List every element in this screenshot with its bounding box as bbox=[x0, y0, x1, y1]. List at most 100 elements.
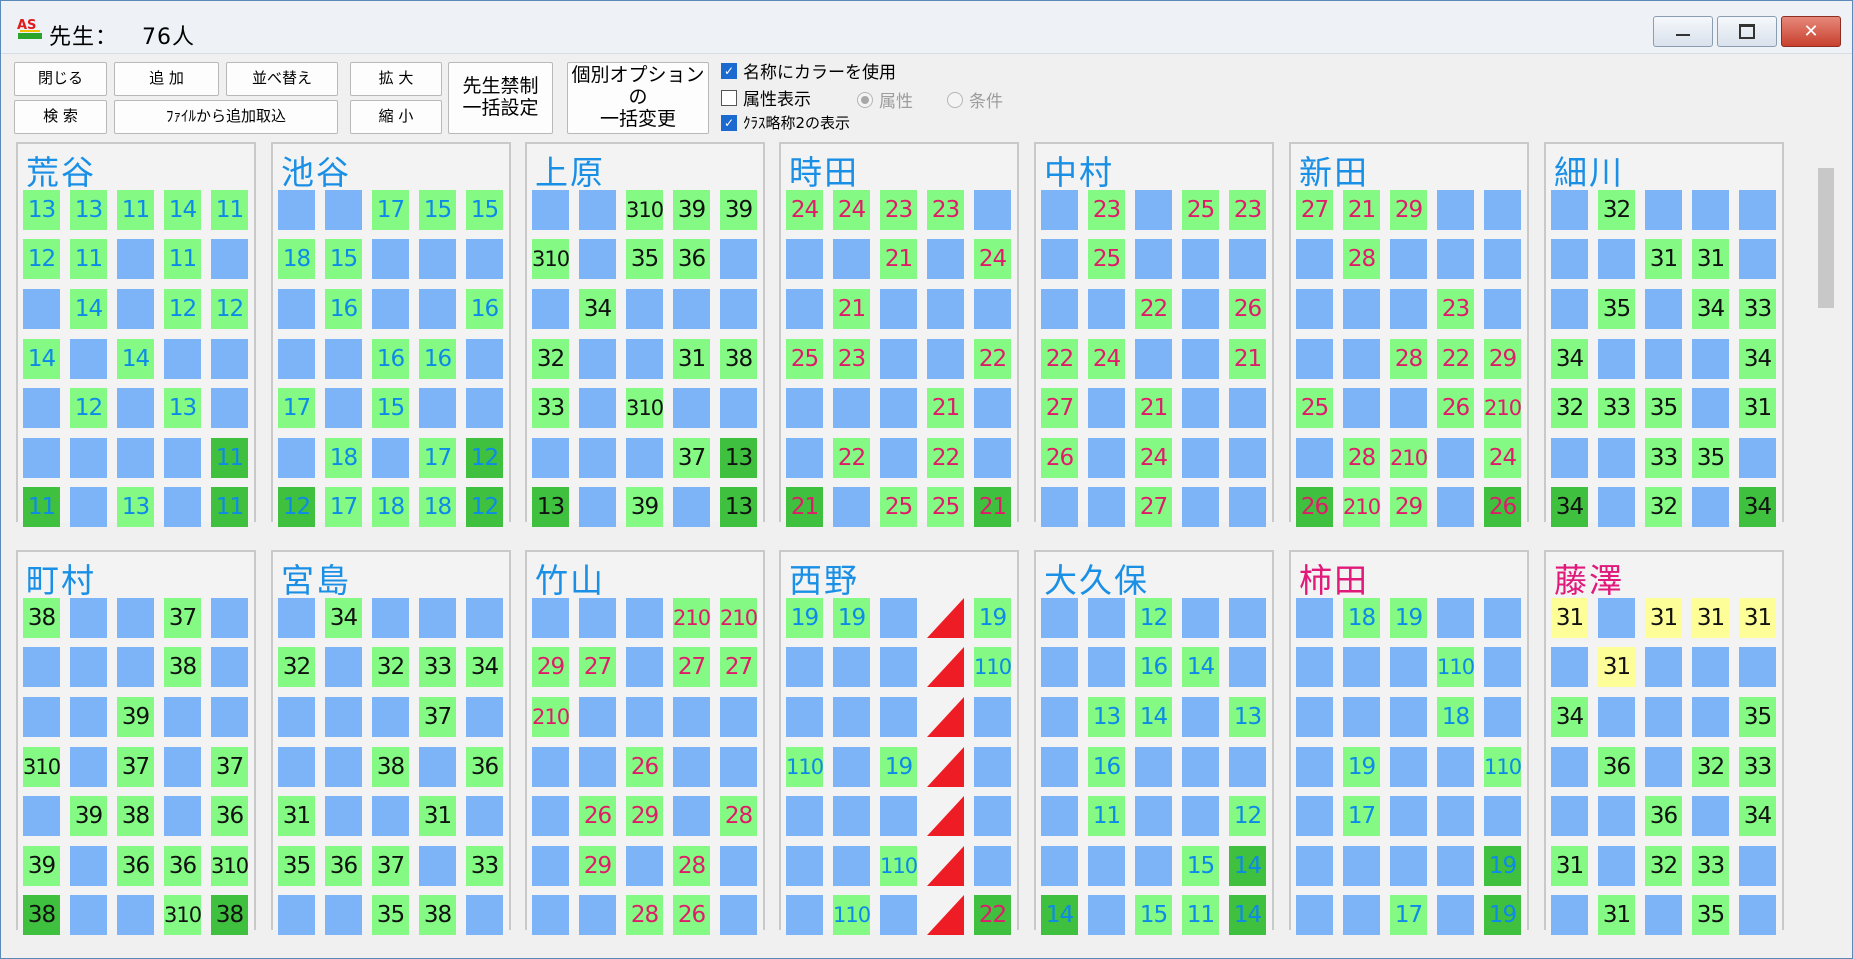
schedule-cell[interactable]: 23 bbox=[927, 190, 964, 230]
schedule-cell[interactable]: 35 bbox=[1692, 438, 1729, 478]
schedule-cell[interactable]: 31 bbox=[1739, 598, 1776, 638]
schedule-cell[interactable]: 18 bbox=[278, 239, 315, 279]
teacher-panel[interactable]: 中村 23 25 23 25 22 26 22 24 21 27 21 26 24 27 bbox=[1034, 142, 1274, 527]
schedule-cell[interactable] bbox=[1088, 598, 1125, 638]
schedule-cell[interactable] bbox=[1296, 697, 1333, 737]
schedule-cell[interactable]: 37 bbox=[372, 846, 409, 886]
schedule-cell[interactable]: 110 bbox=[974, 647, 1012, 687]
schedule-cell[interactable] bbox=[1645, 747, 1682, 787]
forbidden-cell[interactable] bbox=[927, 796, 964, 836]
schedule-cell[interactable] bbox=[1343, 339, 1380, 379]
schedule-cell[interactable] bbox=[673, 487, 710, 527]
schedule-cell[interactable]: 35 bbox=[1598, 289, 1635, 329]
schedule-cell[interactable]: 21 bbox=[786, 487, 823, 527]
schedule-cell[interactable]: 11 bbox=[1088, 796, 1125, 836]
schedule-cell[interactable] bbox=[974, 388, 1011, 428]
schedule-cell[interactable] bbox=[372, 796, 409, 836]
schedule-cell[interactable] bbox=[532, 438, 569, 478]
schedule-cell[interactable] bbox=[974, 697, 1011, 737]
schedule-cell[interactable] bbox=[1296, 438, 1333, 478]
schedule-cell[interactable] bbox=[927, 289, 964, 329]
schedule-cell[interactable] bbox=[833, 239, 870, 279]
schedule-cell[interactable] bbox=[1343, 697, 1380, 737]
schedule-cell[interactable] bbox=[70, 487, 107, 527]
close-button[interactable]: 閉じる bbox=[14, 62, 107, 96]
schedule-cell[interactable]: 17 bbox=[1390, 895, 1427, 935]
schedule-cell[interactable] bbox=[325, 190, 362, 230]
schedule-cell[interactable]: 310 bbox=[23, 747, 61, 787]
schedule-cell[interactable]: 23 bbox=[1437, 289, 1474, 329]
schedule-cell[interactable]: 11 bbox=[164, 239, 201, 279]
schedule-cell[interactable] bbox=[1437, 438, 1474, 478]
schedule-cell[interactable]: 19 bbox=[833, 598, 870, 638]
schedule-cell[interactable] bbox=[1296, 895, 1333, 935]
schedule-cell[interactable] bbox=[1598, 339, 1635, 379]
schedule-cell[interactable] bbox=[1343, 647, 1380, 687]
schedule-cell[interactable] bbox=[1088, 647, 1125, 687]
schedule-cell[interactable]: 37 bbox=[673, 438, 710, 478]
schedule-cell[interactable]: 33 bbox=[532, 388, 569, 428]
schedule-cell[interactable]: 34 bbox=[466, 647, 503, 687]
schedule-cell[interactable]: 34 bbox=[325, 598, 362, 638]
schedule-cell[interactable] bbox=[880, 647, 917, 687]
teacher-name[interactable]: 新田 bbox=[1299, 146, 1369, 194]
schedule-cell[interactable] bbox=[1437, 598, 1474, 638]
schedule-cell[interactable]: 310 bbox=[532, 239, 570, 279]
schedule-cell[interactable]: 12 bbox=[164, 289, 201, 329]
schedule-cell[interactable] bbox=[1645, 697, 1682, 737]
schedule-cell[interactable]: 21 bbox=[927, 388, 964, 428]
schedule-cell[interactable] bbox=[466, 388, 503, 428]
schedule-cell[interactable] bbox=[466, 697, 503, 737]
teacher-name[interactable]: 上原 bbox=[535, 146, 605, 194]
teacher-panel[interactable]: 竹山 210 210 29 27 27 27 210 26 26 29 28 29 28 28 26 bbox=[525, 550, 765, 935]
schedule-cell[interactable] bbox=[880, 697, 917, 737]
schedule-cell[interactable] bbox=[117, 438, 154, 478]
schedule-cell[interactable] bbox=[466, 239, 503, 279]
schedule-cell[interactable] bbox=[1739, 239, 1776, 279]
schedule-cell[interactable]: 21 bbox=[974, 487, 1011, 527]
schedule-cell[interactable] bbox=[1551, 895, 1588, 935]
schedule-cell[interactable] bbox=[880, 339, 917, 379]
schedule-cell[interactable]: 12 bbox=[466, 438, 503, 478]
schedule-cell[interactable] bbox=[974, 846, 1011, 886]
schedule-cell[interactable] bbox=[579, 388, 616, 428]
condition-radio[interactable]: 条件 bbox=[947, 87, 1003, 112]
schedule-cell[interactable]: 36 bbox=[1645, 796, 1682, 836]
schedule-cell[interactable] bbox=[579, 339, 616, 379]
schedule-cell[interactable] bbox=[372, 697, 409, 737]
forbidden-cell[interactable] bbox=[927, 647, 964, 687]
teacher-name[interactable]: 藤澤 bbox=[1554, 554, 1624, 602]
schedule-cell[interactable] bbox=[532, 846, 569, 886]
schedule-cell[interactable]: 16 bbox=[325, 289, 362, 329]
schedule-cell[interactable]: 21 bbox=[1135, 388, 1172, 428]
schedule-cell[interactable] bbox=[1645, 289, 1682, 329]
schedule-cell[interactable]: 12 bbox=[278, 487, 315, 527]
schedule-cell[interactable] bbox=[1692, 339, 1729, 379]
schedule-cell[interactable] bbox=[786, 796, 823, 836]
schedule-cell[interactable] bbox=[579, 598, 616, 638]
schedule-cell[interactable] bbox=[1551, 289, 1588, 329]
teacher-name[interactable]: 柿田 bbox=[1299, 554, 1369, 602]
schedule-cell[interactable] bbox=[1229, 487, 1266, 527]
schedule-cell[interactable]: 36 bbox=[466, 747, 503, 787]
schedule-cell[interactable]: 24 bbox=[1135, 438, 1172, 478]
schedule-cell[interactable]: 12 bbox=[211, 289, 248, 329]
maximize-button[interactable] bbox=[1717, 16, 1777, 47]
minimize-button[interactable] bbox=[1653, 16, 1713, 47]
schedule-cell[interactable]: 27 bbox=[579, 647, 616, 687]
schedule-cell[interactable] bbox=[70, 697, 107, 737]
schedule-cell[interactable] bbox=[278, 289, 315, 329]
schedule-cell[interactable] bbox=[325, 895, 362, 935]
forbidden-cell[interactable] bbox=[927, 747, 964, 787]
schedule-cell[interactable] bbox=[880, 796, 917, 836]
schedule-cell[interactable]: 31 bbox=[278, 796, 315, 836]
schedule-cell[interactable] bbox=[1598, 239, 1635, 279]
schedule-cell[interactable]: 33 bbox=[1692, 846, 1729, 886]
schedule-cell[interactable]: 21 bbox=[880, 239, 917, 279]
schedule-cell[interactable] bbox=[325, 697, 362, 737]
schedule-cell[interactable]: 37 bbox=[117, 747, 154, 787]
schedule-cell[interactable] bbox=[786, 697, 823, 737]
teacher-panel[interactable]: 新田 27 21 29 28 23 28 22 29 25 26 210 28 210 24 26 210 29 2… bbox=[1289, 142, 1529, 527]
schedule-cell[interactable] bbox=[880, 289, 917, 329]
schedule-cell[interactable] bbox=[1692, 647, 1729, 687]
